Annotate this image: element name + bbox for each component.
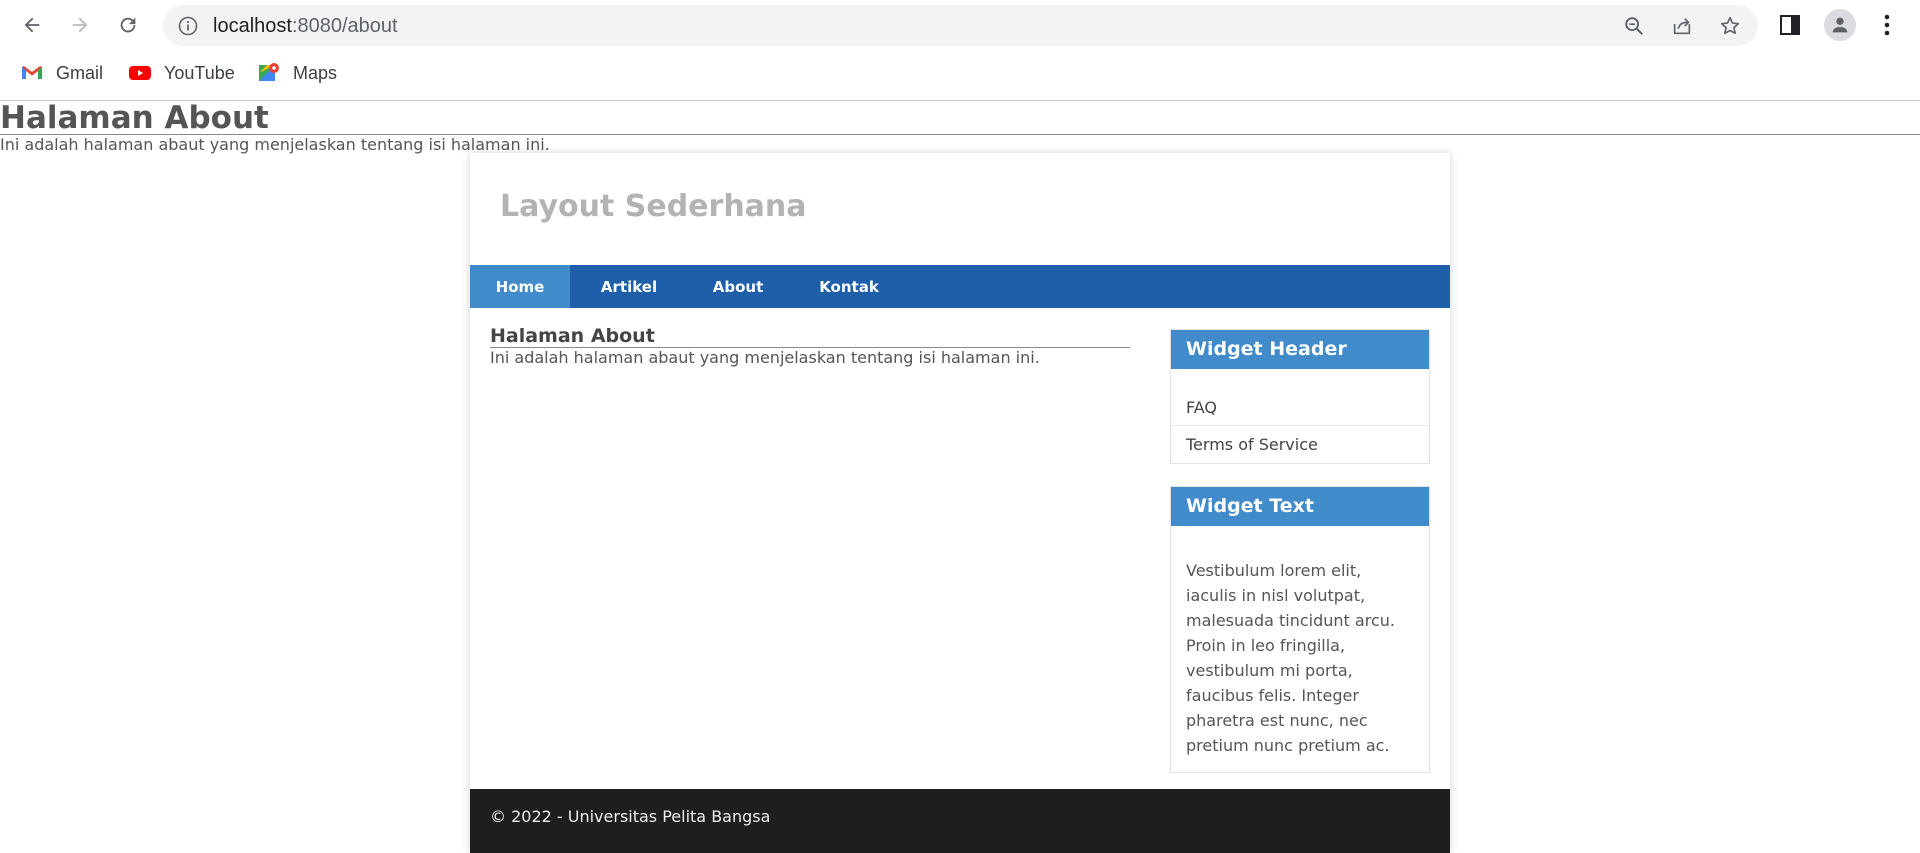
side-panel-button[interactable] [1777,12,1803,38]
more-vert-icon [1884,14,1890,36]
bookmarks-bar: Gmail YouTube Maps [0,56,1920,90]
address-bar[interactable]: localhost:8080/about [163,5,1758,46]
sidebar: Widget Header FAQ Terms of Service Widge… [1170,329,1430,795]
nav-home[interactable]: Home [470,265,570,308]
site-info-icon[interactable] [178,16,198,36]
layout-container: Layout Sederhana Home Artikel About Kont… [470,153,1450,853]
nav-kontak[interactable]: Kontak [788,265,910,308]
nav-about[interactable]: About [688,265,788,308]
back-button[interactable] [16,9,48,41]
bookmark-star-icon[interactable] [1719,15,1741,37]
content-description: Ini adalah halaman abaut yang menjelaska… [490,348,1040,367]
back-arrow-icon [24,17,40,33]
site-footer: © 2022 - Universitas Pelita Bangsa [470,789,1450,853]
browser-toolbar: localhost:8080/about [0,0,1920,50]
bookmark-youtube[interactable]: YouTube [128,60,235,86]
bookmark-label: Maps [293,62,338,83]
bookmark-label: Gmail [56,62,104,83]
link-faq[interactable]: FAQ [1171,389,1429,426]
zoom-icon[interactable] [1623,15,1645,37]
maps-icon [259,63,279,81]
main-content: Halaman About Ini adalah halaman abaut y… [490,325,1130,368]
widget-header-title: Widget Header [1171,330,1429,369]
page-description: Ini adalah halaman abaut yang menjelaska… [0,135,550,154]
side-panel-icon [1780,15,1800,35]
profile-avatar[interactable] [1824,9,1856,41]
widget-links: Widget Header FAQ Terms of Service [1170,329,1430,464]
page-heading: Halaman About [0,101,1920,135]
page-viewport: Halaman About Ini adalah halaman abaut y… [0,101,1920,853]
widget-link-list: FAQ Terms of Service [1171,369,1429,463]
forward-button[interactable] [64,9,96,41]
bookmark-maps[interactable]: Maps [257,60,337,86]
forward-arrow-icon [72,17,88,33]
gmail-icon [22,66,42,79]
reload-button[interactable] [112,9,144,41]
content-title: Halaman About [490,325,1130,348]
widget-text-body: Vestibulum lorem elit, iaculis in nisl v… [1186,561,1395,755]
youtube-icon [129,66,151,80]
footer-text: © 2022 - Universitas Pelita Bangsa [490,807,771,826]
main-nav: Home Artikel About Kontak [470,265,1450,308]
widget-text: Widget Text Vestibulum lorem elit, iacul… [1170,486,1430,773]
nav-artikel[interactable]: Artikel [570,265,688,308]
menu-button[interactable] [1874,12,1900,38]
widget-text-title: Widget Text [1171,487,1429,526]
url-host: localhost [213,15,292,37]
site-title: Layout Sederhana [500,189,807,224]
url-text: localhost:8080/about [213,15,398,38]
share-icon[interactable] [1671,15,1693,37]
url-path: :8080/about [291,15,398,37]
bookmark-label: YouTube [164,62,235,83]
person-icon [1832,17,1848,33]
bookmark-gmail[interactable]: Gmail [20,60,103,86]
link-terms-of-service[interactable]: Terms of Service [1171,426,1429,463]
site-header: Layout Sederhana [470,153,1450,265]
browser-chrome: localhost:8080/about Gmail YouTube Maps [0,0,1920,101]
reload-icon [120,17,136,33]
